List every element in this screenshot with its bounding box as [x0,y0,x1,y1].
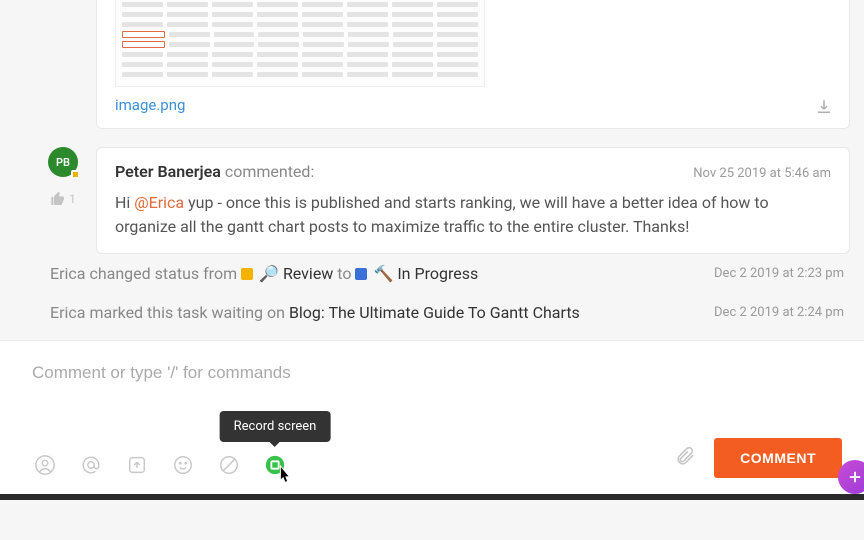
assignee-icon[interactable] [32,452,58,478]
status-to-label: In Progress [397,264,478,283]
activity-status-change: Erica changed status from 🔎 Review to 🔨 … [44,254,850,293]
avatar[interactable]: PB [48,147,78,177]
comment-author[interactable]: Peter Banerjea [115,162,221,181]
comment-composer: Record screen COMMENT [0,340,864,500]
activity-dependency: Erica marked this task waiting on Blog: … [44,293,850,332]
activity-feed: image.png PB 1 Peter Banerjea commented:… [0,0,864,332]
activity-timestamp: Dec 2 2019 at 2:23 pm [714,266,844,281]
like-count: 1 [69,192,76,206]
comment-input[interactable] [32,359,842,387]
attachment-thumbnail[interactable] [115,0,485,87]
status-color-swatch [241,268,253,280]
download-icon[interactable] [815,98,833,116]
status-from-label: Review [283,264,333,283]
attachment-filename-link[interactable]: image.png [115,96,185,114]
submit-comment-button[interactable]: COMMENT [714,438,842,478]
task-link[interactable]: Blog: The Ultimate Guide To Gantt Charts [289,303,580,322]
status-color-swatch [355,268,367,280]
cursor-pointer-icon [274,464,296,486]
comment-card: Peter Banerjea commented: Nov 25 2019 at… [96,147,850,254]
attachment-card: image.png [96,0,850,129]
comment-row: PB 1 Peter Banerjea commented: Nov 25 20… [44,147,850,254]
like-button[interactable]: 1 [50,191,76,207]
tooltip: Record screen [220,411,331,442]
user-mention[interactable]: @Erica [134,193,184,212]
mention-icon[interactable] [78,452,104,478]
paperclip-icon[interactable] [674,445,696,471]
comment-body: Hi @Erica yup - once this is published a… [115,191,831,239]
presence-indicator [71,170,80,179]
comment-action-verb: commented: [225,162,315,181]
upload-icon[interactable] [124,452,150,478]
record-screen-icon[interactable]: Record screen [262,452,288,478]
cancel-icon[interactable] [216,452,242,478]
add-fab-button[interactable] [838,460,864,494]
activity-timestamp: Dec 2 2019 at 2:24 pm [714,305,844,320]
comment-timestamp: Nov 25 2019 at 5:46 am [693,166,831,181]
emoji-icon[interactable] [170,452,196,478]
comment-gutter: PB 1 [44,147,82,254]
composer-toolbar: Record screen [32,452,288,478]
avatar-initials: PB [56,156,70,169]
os-taskbar [0,494,864,500]
